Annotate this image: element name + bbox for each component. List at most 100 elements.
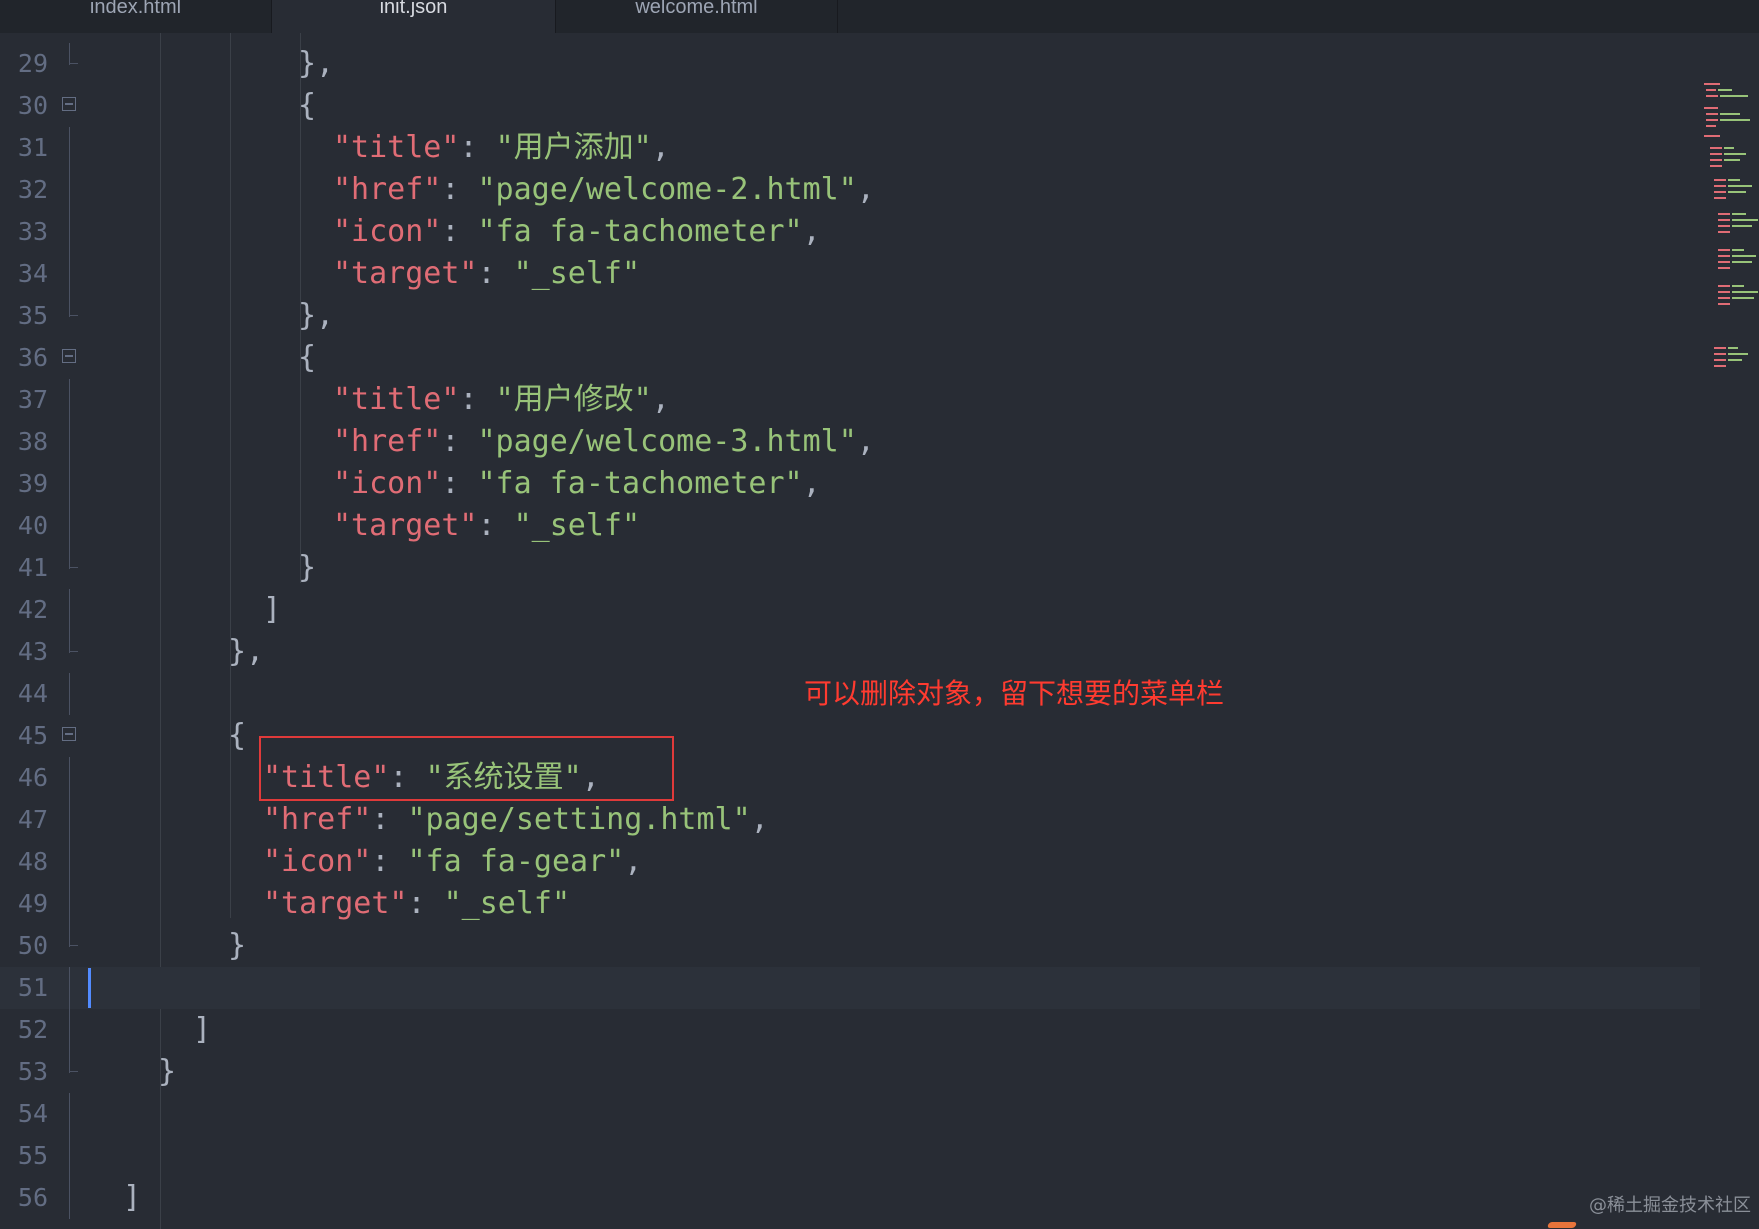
code-token: { [298, 340, 317, 375]
line-number: 48 [17, 847, 48, 876]
json-key: "href" [333, 172, 442, 207]
fold-toggle-icon[interactable] [62, 337, 78, 379]
fold-toggle-icon[interactable] [62, 85, 78, 127]
fold-line-marker [62, 127, 78, 169]
line-number: 44 [17, 679, 48, 708]
annotation-text: 可以删除对象，留下想要的菜单栏 [804, 677, 1225, 710]
line-number: 54 [17, 1099, 48, 1128]
line-number: 47 [17, 805, 48, 834]
line-number: 43 [17, 637, 48, 666]
fold-line-marker [62, 463, 78, 505]
json-string: "用户修改" [495, 382, 652, 417]
fold-line-marker [62, 799, 78, 841]
code-token: ] [123, 1180, 142, 1215]
json-string: "用户添加" [495, 130, 652, 165]
json-string: "_self" [443, 886, 571, 921]
json-key: "icon" [333, 466, 442, 501]
code-line: 50 } [0, 925, 1700, 967]
line-number: 41 [17, 553, 48, 582]
tab-welcome-html[interactable]: welcome.html [556, 0, 838, 33]
fold-end-marker [62, 1051, 78, 1093]
watermark: @稀土掘金技术社区 [1589, 1195, 1751, 1216]
fold-line-marker [62, 1093, 78, 1135]
line-number: 52 [17, 1015, 48, 1044]
code-line: 38 "href": "page/welcome-3.html", [0, 421, 1700, 463]
fold-line-marker [62, 673, 78, 715]
line-number: 29 [17, 49, 48, 78]
code-token: , [856, 172, 875, 207]
fold-end-marker [62, 631, 78, 673]
code-token: ] [263, 592, 282, 627]
code-line: 55 [0, 1135, 1700, 1177]
code-line: 32 "href": "page/welcome-2.html", [0, 169, 1700, 211]
tab-index-html[interactable]: index.html [0, 0, 272, 33]
code-token: }, [298, 46, 335, 81]
json-string: "page/welcome-3.html" [477, 424, 857, 459]
code-token: : [371, 802, 408, 837]
code-line: 46 "title": "系统设置", [0, 757, 1700, 799]
fold-end-marker [62, 295, 78, 337]
tab-label: init.json [379, 0, 448, 18]
code-token: { [298, 88, 317, 123]
fold-line-marker [62, 1009, 78, 1051]
code-token: , [624, 844, 643, 879]
code-line: 40 "target": "_self" [0, 505, 1700, 547]
fold-line-marker [62, 1135, 78, 1177]
tab-bar: index.html init.json welcome.html [0, 0, 1759, 33]
code-token: , [802, 466, 821, 501]
code-token: } [228, 928, 247, 963]
line-number: 37 [17, 385, 48, 414]
json-string: "fa fa-gear" [407, 844, 625, 879]
highlight-box [259, 736, 674, 801]
json-string: "fa fa-tachometer" [477, 466, 803, 501]
code-line: 45 { [0, 715, 1700, 757]
json-key: "target" [333, 256, 478, 291]
fold-line-marker [62, 1177, 78, 1219]
code-token: }, [228, 634, 265, 669]
orange-mark [1546, 1222, 1578, 1228]
fold-toggle-icon[interactable] [62, 715, 78, 757]
code-line: 49 "target": "_self" [0, 883, 1700, 925]
code-line: 41 } [0, 547, 1700, 589]
fold-line-marker [62, 589, 78, 631]
code-line: 39 "icon": "fa fa-tachometer", [0, 463, 1700, 505]
code-token: , [802, 214, 821, 249]
code-token: }, [298, 298, 335, 333]
code-line: 47 "href": "page/setting.html", [0, 799, 1700, 841]
json-key: "icon" [263, 844, 372, 879]
code-line-current: 51 [0, 967, 1700, 1009]
code-token: : [371, 844, 408, 879]
json-key: "target" [333, 508, 478, 543]
code-line: 43 }, [0, 631, 1700, 673]
fold-end-marker [62, 925, 78, 967]
code-line: 33 "icon": "fa fa-tachometer", [0, 211, 1700, 253]
code-editor[interactable]: 29 }, 30 { 31 "title": "用户添加", 32 "href"… [0, 33, 1759, 1229]
json-string: "_self" [513, 508, 641, 543]
json-string: "page/welcome-2.html" [477, 172, 857, 207]
code-line: 29 }, [0, 43, 1700, 85]
code-token: : [407, 886, 444, 921]
code-line: 48 "icon": "fa fa-gear", [0, 841, 1700, 883]
json-string: "_self" [513, 256, 641, 291]
code-token: , [651, 382, 670, 417]
code-token: : [477, 508, 514, 543]
code-token: ] [193, 1012, 212, 1047]
json-key: "title" [333, 130, 460, 165]
fold-line-marker [62, 211, 78, 253]
line-number: 36 [17, 343, 48, 372]
code-token: : [441, 466, 478, 501]
line-number: 33 [17, 217, 48, 246]
fold-line-marker [62, 841, 78, 883]
minimap[interactable] [1700, 77, 1758, 417]
line-number: 34 [17, 259, 48, 288]
tab-init-json[interactable]: init.json [272, 0, 556, 33]
line-number: 38 [17, 427, 48, 456]
code-token: : [477, 256, 514, 291]
line-number: 35 [17, 301, 48, 330]
fold-line-marker [62, 169, 78, 211]
code-token: } [158, 1054, 177, 1089]
fold-line-marker [62, 883, 78, 925]
code-token: : [441, 172, 478, 207]
fold-line-marker [62, 253, 78, 295]
json-key: "href" [263, 802, 372, 837]
